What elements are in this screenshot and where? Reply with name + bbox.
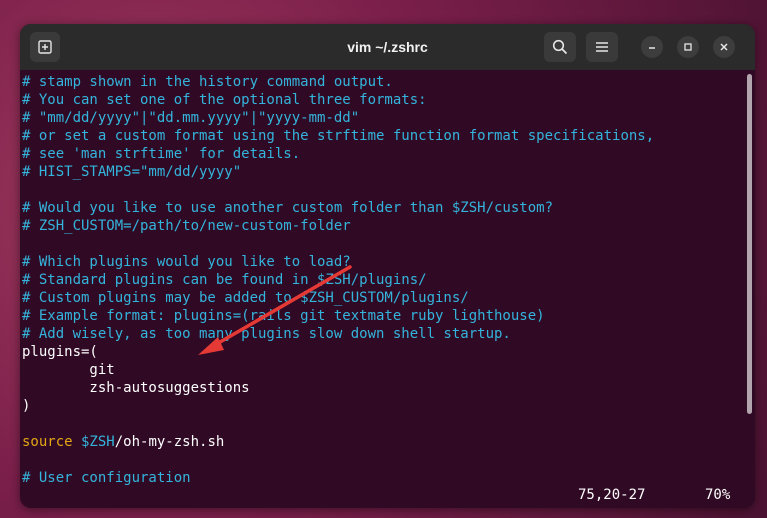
editor-line: # Which plugins would you like to load? <box>22 254 351 270</box>
editor-line: # HIST_STAMPS="mm/dd/yyyy" <box>22 164 242 180</box>
editor-line: # Standard plugins can be found in $ZSH/… <box>22 272 427 288</box>
close-button[interactable] <box>713 36 735 58</box>
editor-line: zsh-autosuggestions <box>22 380 250 396</box>
menu-button[interactable] <box>586 32 618 62</box>
scroll-percent: 70% <box>705 487 731 503</box>
terminal-content[interactable]: # stamp shown in the history command out… <box>20 70 755 508</box>
editor-line: git <box>22 362 115 378</box>
maximize-button[interactable] <box>677 36 699 58</box>
new-tab-icon <box>38 40 52 54</box>
editor-text-area[interactable]: # stamp shown in the history command out… <box>22 73 654 487</box>
new-tab-button[interactable] <box>30 32 60 62</box>
editor-line: # "mm/dd/yyyy"|"dd.mm.yyyy"|"yyyy-mm-dd" <box>22 110 360 126</box>
source-keyword: source <box>22 434 73 450</box>
editor-line: # see 'man strftime' for details. <box>22 146 301 162</box>
editor-line: plugins=( <box>22 344 98 360</box>
editor-line: # Custom plugins may be added to $ZSH_CU… <box>22 290 469 306</box>
search-icon <box>552 39 568 55</box>
source-path: /oh-my-zsh.sh <box>114 434 225 450</box>
editor-line: # You can set one of the optional three … <box>22 92 427 108</box>
terminal-window: vim ~/.zshrc # stamp shown in the histor… <box>20 24 755 508</box>
minimize-icon <box>649 47 655 49</box>
editor-line: # stamp shown in the history command out… <box>22 74 393 90</box>
editor-line: # Add wisely, as too many plugins slow d… <box>22 326 511 342</box>
scrollbar[interactable] <box>747 74 752 414</box>
minimize-button[interactable] <box>641 36 663 58</box>
search-button[interactable] <box>544 32 576 62</box>
editor-line: # or set a custom format using the strft… <box>22 128 655 144</box>
editor-line: # User configuration <box>22 470 191 486</box>
editor-line: # Would you like to use another custom f… <box>22 200 554 216</box>
editor-line: ) <box>22 398 31 414</box>
hamburger-menu-icon <box>596 42 608 52</box>
zsh-variable: $ZSH <box>72 434 115 450</box>
editor-line: # ZSH_CUSTOM=/path/to/new-custom-folder <box>22 218 351 234</box>
close-icon <box>720 43 728 51</box>
vim-status-line: 75,20-27 70% <box>20 486 755 504</box>
editor-line: # Example format: plugins=(rails git tex… <box>22 308 545 324</box>
cursor-position: 75,20-27 <box>578 487 646 503</box>
editor-line: source $ZSH/oh-my-zsh.sh <box>22 433 654 451</box>
title-bar[interactable]: vim ~/.zshrc <box>20 24 755 71</box>
maximize-icon <box>684 43 692 51</box>
